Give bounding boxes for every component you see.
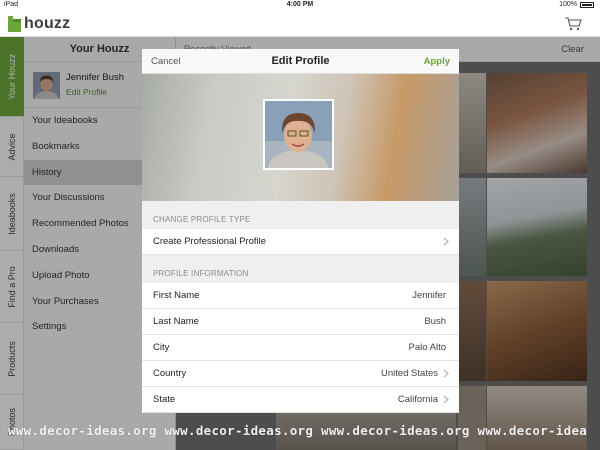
field-label: First Name [153,290,200,301]
battery-icon [580,1,594,8]
profile-photo[interactable] [263,99,334,170]
logo-text: houzz [24,15,71,32]
create-professional-profile-row[interactable]: Create Professional Profile [142,229,459,255]
row-label: Create Professional Profile [153,236,266,247]
first-name-field[interactable]: First Name Jennifer [142,283,459,309]
last-name-field[interactable]: Last Name Bush [142,309,459,335]
field-value[interactable]: Jennifer [412,290,446,301]
houzz-logo-icon [8,16,21,32]
apply-button[interactable]: Apply [424,56,450,67]
field-label: Last Name [153,316,199,327]
houzz-logo[interactable]: houzz [8,15,70,33]
field-value[interactable]: Bush [424,316,446,327]
battery-percent: 100% [559,1,577,8]
section-header-profile-info: PROFILE INFORMATION [153,269,249,278]
section-header-profile-type: CHANGE PROFILE TYPE [153,215,251,224]
chevron-right-icon [443,395,449,404]
cart-icon[interactable] [564,17,582,31]
chevron-right-icon [443,237,449,246]
app-header: houzz [0,11,600,37]
field-label: State [153,394,176,405]
city-field[interactable]: City Palo Alto [142,335,459,361]
clock: 4:00 PM [286,1,314,8]
modal-header: Cancel Edit Profile Apply [142,49,459,74]
field-value: California [397,394,438,405]
field-value: United States [380,368,438,379]
country-field[interactable]: Country United States [142,361,459,387]
state-field[interactable]: State California [142,387,459,413]
chevron-right-icon [443,369,449,378]
modal-title: Edit Profile [271,55,330,67]
cover-image[interactable] [142,74,459,201]
field-label: Country [153,368,187,379]
edit-profile-modal: Cancel Edit Profile Apply CHANGE PROFILE… [142,49,459,413]
battery-status: 100% [559,1,594,8]
status-bar: iPad 4:00 PM 100% [0,0,600,11]
field-value[interactable]: Palo Alto [409,342,447,353]
field-label: City [153,342,170,353]
watermark: www.decor-ideas.org www.decor-ideas.org … [8,423,588,438]
